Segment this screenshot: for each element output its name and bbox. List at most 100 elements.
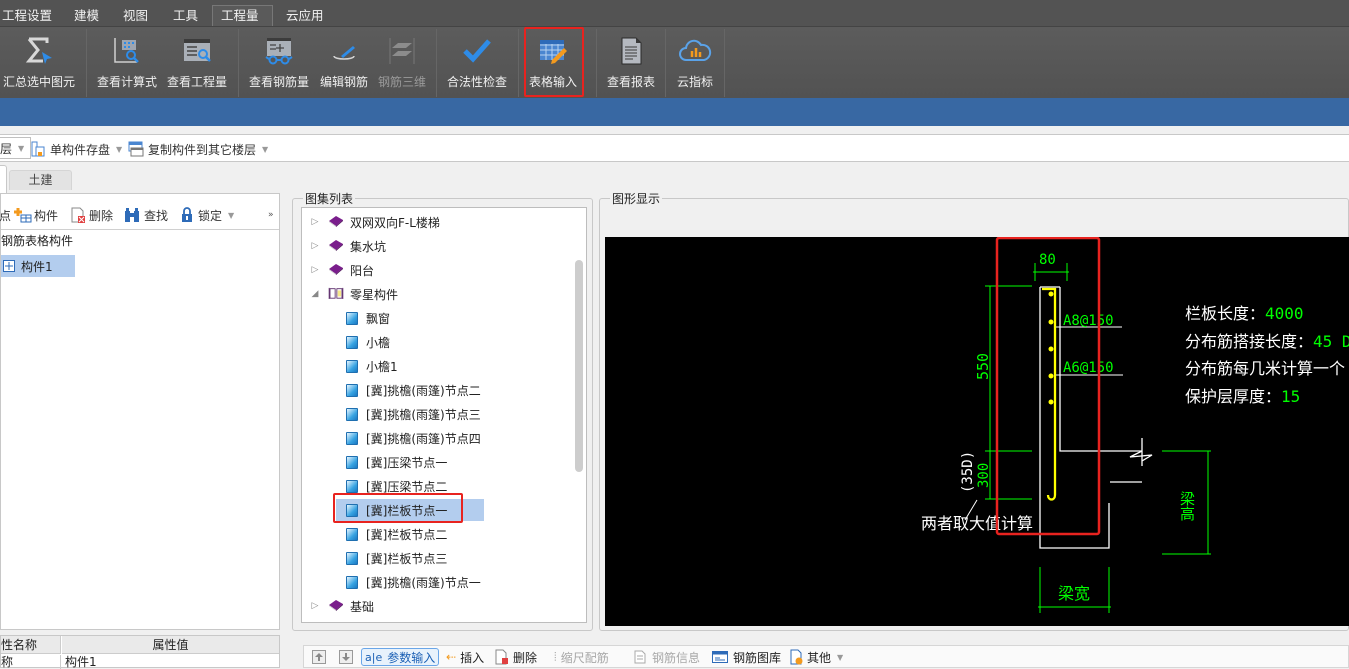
atlas-scrollbar[interactable] [575,260,583,472]
menu-tab-project-settings[interactable]: 工程设置 [0,6,60,26]
cloud-index-icon [678,31,712,71]
atlas-tree-item[interactable]: [冀]挑檐(雨篷)节点三 [346,403,481,425]
rebar-3d-button[interactable]: 钢筋三维 [375,27,429,99]
page-icon [346,527,358,541]
rebar-label-a8: A8@150 [1063,313,1114,329]
move-up-button[interactable] [312,648,326,666]
view-quantity-button[interactable]: 查看工程量 [164,27,230,99]
lock-button[interactable]: 锁定 ▼ [181,204,234,226]
tree-item-component-1[interactable]: 构件1 [1,255,75,277]
delete-icon [71,207,85,223]
edit-rebar-button[interactable]: 编辑钢筋 [316,27,372,99]
find-button[interactable]: 查找 [124,204,168,226]
component-toolbar: 层 ▼ 单构件存盘 ▼ 复制构件到其它楼层 ▼ [0,134,1349,162]
menu-tab-tools[interactable]: 工具 [165,6,206,26]
book-icon [328,239,350,254]
save-component-button[interactable]: 单构件存盘 ▼ [31,139,122,159]
atlas-tree-item[interactable]: ▷ 集水坑 [310,235,386,257]
svg-text:保护层厚度：15: 保护层厚度：15 [1185,387,1300,406]
book-icon [328,215,350,230]
atlas-tree-item[interactable]: [冀]压梁节点一 [346,451,447,473]
atlas-item-label: 阳台 [350,263,375,278]
arrow-down-icon [339,650,353,664]
atlas-item-label: [冀]栏板节点三 [366,551,448,566]
atlas-item-label: 基础 [350,599,375,614]
atlas-item-label: [冀]压梁节点一 [366,455,448,470]
title-bar: 工程设置 建模 视图 工具 工程量 云应用 [0,0,1349,26]
other-menu-button[interactable]: 其他 ▼ [790,648,843,666]
collapsed-arrow-icon[interactable]: ▷ [310,601,320,611]
tree-root-rebar-table[interactable]: 钢筋表格构件 [1,232,73,249]
status-band [0,98,1349,126]
delete-component-button[interactable]: 删除 [70,204,113,226]
dim-300-label: 300 [976,463,992,488]
highlight-box [524,27,584,97]
svg-text:栏板长度：4000: 栏板长度：4000 [1185,304,1304,323]
partial-button[interactable]: 点 [0,204,11,226]
expanded-arrow-icon[interactable]: ◢ [310,289,320,299]
settings-document-icon [790,649,803,665]
validity-check-button[interactable]: 合法性检查 [444,27,510,99]
more-tools-button[interactable]: » [268,204,274,226]
atlas-tree-item[interactable]: ◢ 零星构件 [310,283,398,305]
copy-to-floor-button[interactable]: 复制构件到其它楼层 ▼ [128,139,268,159]
chevron-down-icon: ▼ [228,210,235,220]
atlas-tree-item[interactable]: ▷ 基础 [310,595,374,617]
dim-width-label: 80 [1039,252,1056,268]
view-report-button[interactable]: 查看报表 [602,27,660,99]
atlas-tree-item[interactable]: [冀]挑檐(雨篷)节点二 [346,379,481,401]
menu-tab-cloud[interactable]: 云应用 [278,6,332,26]
new-component-button[interactable]: 构件 [14,204,58,226]
atlas-item-label: [冀]挑檐(雨篷)节点一 [366,575,481,590]
tab-active-partial[interactable] [0,165,7,193]
collapsed-arrow-icon[interactable]: ▷ [310,217,320,227]
summarize-selected-button[interactable]: 汇总选中图元 [2,27,76,99]
col-header-value: 属性值 [62,636,279,654]
collapsed-arrow-icon[interactable]: ▷ [310,265,320,275]
report-icon [616,31,646,71]
property-table: 性名称 属性值 称 构件1 [0,635,280,669]
atlas-tree-item[interactable]: [冀]挑檐(雨篷)节点四 [346,427,481,449]
atlas-tree-item[interactable]: [冀]栏板节点二 [346,523,447,545]
arrow-up-icon [312,650,326,664]
page-icon [346,407,358,421]
delete-row-button[interactable]: 删除 [495,648,537,666]
prop-value-cell[interactable]: 构件1 [65,655,97,669]
tab-civil[interactable]: 土建 [9,170,72,190]
copy-window-icon [128,141,144,157]
menu-tab-quantities[interactable]: 工程量 [212,5,273,26]
param-input-button[interactable]: a|e 参数输入 [361,648,440,666]
col-header-name: 性名称 [1,636,61,654]
floor-select[interactable]: 层 ▼ [0,137,32,159]
atlas-tree-item[interactable]: [冀]挑檐(雨篷)节点一 [346,571,481,593]
atlas-tree-item[interactable]: 飘窗 [346,307,390,329]
book-icon [328,599,350,614]
drawing-canvas[interactable]: 80 A8@150 A6@150 550 300 (35D) 两者取大值计算 梁… [605,237,1349,626]
component-icon [3,260,15,272]
chevron-down-icon: ▼ [18,143,25,153]
atlas-tree-item[interactable]: [冀]栏板节点三 [346,547,447,569]
beam-height-label: 梁高 [1178,491,1196,521]
chevron-down-icon: ▼ [116,144,123,154]
atlas-tree-item[interactable]: ▷ 阳台 [310,259,374,281]
cloud-index-button[interactable]: 云指标 [672,27,718,99]
collapsed-arrow-icon[interactable]: ▷ [310,241,320,251]
atlas-tree-item[interactable]: 小檐1 [346,355,398,377]
move-down-button[interactable] [339,648,353,666]
rebar-library-button[interactable]: 钢筋图库 [712,648,781,666]
menu-tab-modeling[interactable]: 建模 [66,6,107,26]
view-formula-button[interactable]: 查看计算式 [94,27,160,99]
view-rebar-button[interactable]: 查看钢筋量 [246,27,312,99]
sigma-select-icon [24,31,54,71]
view-rebar-icon [264,31,294,71]
scale-rebar-button[interactable]: ⦙ 缩尺配筋 [554,648,609,666]
atlas-item-label: [冀]压梁节点二 [366,479,448,494]
rebar-info-button[interactable]: 钢筋信息 [634,648,700,666]
insert-button[interactable]: ⇠ 插入 [446,648,484,666]
atlas-tree-item[interactable]: ▷ 双网双向F-L楼梯 [310,211,440,233]
menu-tab-view[interactable]: 视图 [115,6,156,26]
edit-rebar-icon [329,31,359,71]
atlas-tree-item[interactable]: 小檐 [346,331,390,353]
drawing-title: 图形显示 [610,190,663,207]
rebar-dots [1048,291,1054,405]
